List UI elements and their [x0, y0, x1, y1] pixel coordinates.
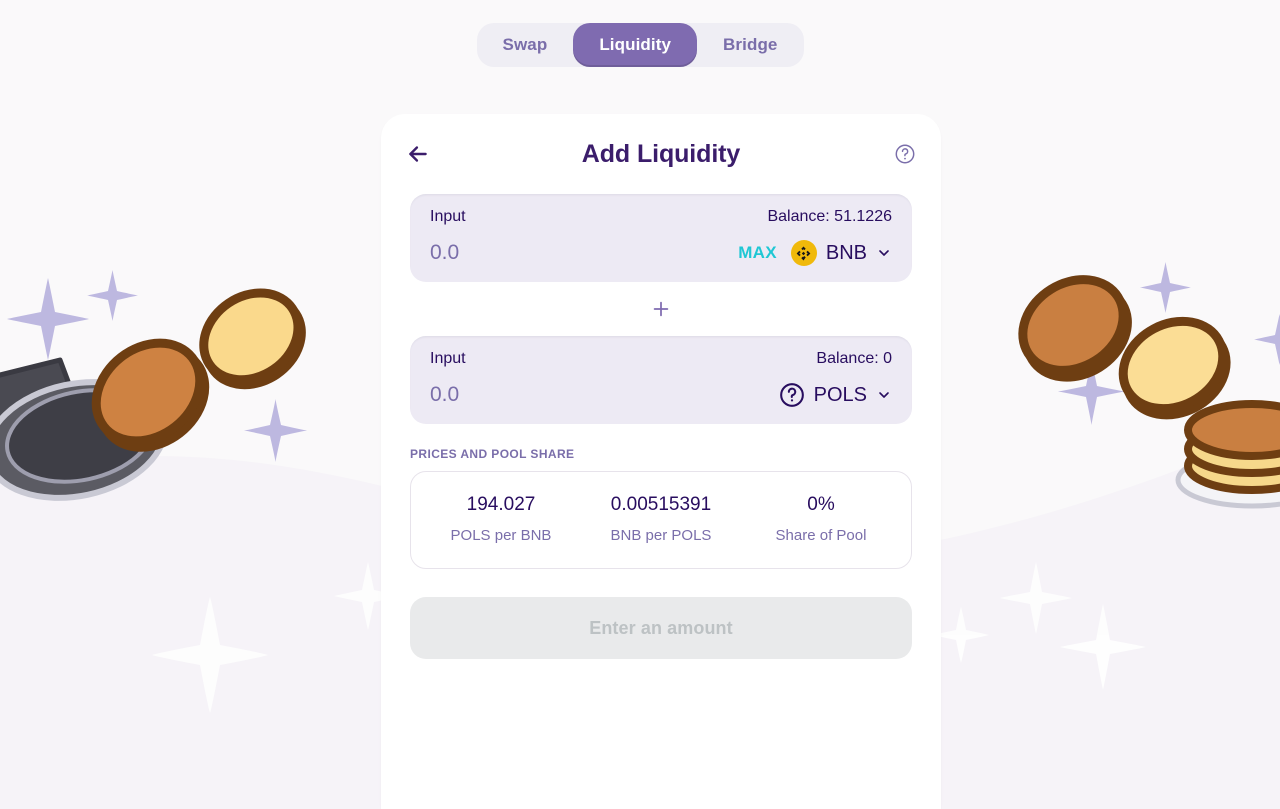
page-title: Add Liquidity — [581, 139, 741, 168]
sparkle-icon — [87, 270, 138, 321]
unknown-token-icon — [779, 382, 805, 408]
input-b-actions: POLS — [779, 382, 892, 408]
price-column-share-of-pool: 0% Share of Pool — [741, 494, 901, 544]
tab-bridge[interactable]: Bridge — [697, 23, 803, 67]
input-label-b: Input — [430, 350, 466, 367]
pancake-illustration — [1118, 316, 1231, 420]
prices-heading: PRICES AND POOL SHARE — [410, 447, 575, 461]
card-header: Add Liquidity — [381, 114, 941, 194]
token-select-a[interactable]: BNB — [790, 240, 892, 266]
token-select-b[interactable]: POLS — [779, 382, 892, 408]
token-symbol-a: BNB — [825, 241, 867, 264]
amount-input-a[interactable] — [430, 241, 650, 265]
token-symbol-b: POLS — [813, 383, 867, 406]
input-label-a: Input — [430, 208, 466, 225]
cta-container: Enter an amount — [381, 597, 941, 659]
pancake-illustration — [91, 338, 210, 452]
input-panel-token-b: Input Balance: 0 POLS — [410, 336, 912, 424]
chevron-down-icon — [879, 392, 889, 398]
price-caption: BNB per POLS — [610, 527, 712, 544]
sparkle-icon — [244, 399, 307, 462]
input-panel-a-header: Input Balance: 51.1226 — [430, 208, 892, 226]
question-circle-icon[interactable] — [891, 140, 919, 168]
pancake-illustration — [199, 288, 306, 390]
sparkle-icon — [1254, 314, 1280, 365]
add-separator — [410, 282, 912, 336]
max-button-a[interactable]: MAX — [738, 243, 777, 263]
price-caption: POLS per BNB — [450, 527, 552, 544]
tab-switcher: Swap Liquidity Bridge — [476, 23, 804, 67]
add-liquidity-card: Add Liquidity Input Balance: 51.1226 MAX — [381, 114, 941, 809]
prices-box: 194.027 POLS per BNB 0.00515391 BNB per … — [410, 471, 912, 569]
input-panel-a-body: MAX BNB — [430, 240, 892, 266]
chevron-down-icon — [879, 250, 889, 256]
back-arrow-icon[interactable] — [404, 140, 432, 168]
price-value: 0.00515391 — [610, 494, 712, 515]
price-value: 0% — [807, 494, 835, 515]
sparkle-icon — [1140, 262, 1191, 313]
bnb-coin-icon — [790, 240, 817, 266]
amount-input-b[interactable] — [430, 383, 650, 407]
input-panel-b-header: Input Balance: 0 — [430, 350, 892, 368]
price-caption: Share of Pool — [775, 527, 867, 544]
balance-label-a: Balance: 51.1226 — [767, 208, 892, 225]
liquidity-inputs: Input Balance: 51.1226 MAX — [381, 194, 941, 424]
prices-and-pool-share: PRICES AND POOL SHARE 194.027 POLS per B… — [381, 447, 941, 569]
pancake-illustration — [1018, 275, 1132, 382]
input-a-actions: MAX BNB — [738, 240, 892, 266]
price-value: 194.027 — [466, 494, 536, 515]
frying-pan-illustration — [0, 357, 168, 501]
price-column-bnb-per-pols: 0.00515391 BNB per POLS — [581, 494, 741, 544]
input-panel-b-body: POLS — [430, 382, 892, 408]
sparkle-icon — [7, 278, 89, 360]
price-column-pols-per-bnb: 194.027 POLS per BNB — [421, 494, 581, 544]
balance-label-b: Balance: 0 — [816, 350, 892, 367]
input-panel-token-a: Input Balance: 51.1226 MAX — [410, 194, 912, 282]
top-nav: Swap Liquidity Bridge — [0, 23, 1280, 67]
plus-icon — [653, 301, 669, 317]
tab-liquidity[interactable]: Liquidity — [573, 23, 698, 67]
enter-amount-button[interactable]: Enter an amount — [410, 597, 912, 659]
pancake-stack-illustration — [1175, 400, 1280, 509]
sparkle-icon — [1058, 358, 1125, 425]
tab-swap[interactable]: Swap — [477, 23, 574, 67]
